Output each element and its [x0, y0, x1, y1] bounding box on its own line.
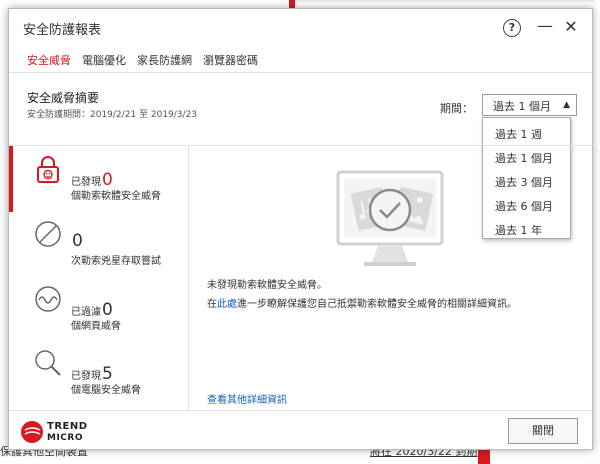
dialog-footer: TREND MICRO 關閉: [9, 410, 592, 450]
security-report-dialog: 安全防護報表 ? — ✕ 安全威脅 電腦優化 家長防護網 瀏覽器密碼 安全威脅摘…: [8, 8, 594, 450]
detail-panel: 未發現勒索軟體安全威脅。 在此處進一步瞭解保護您自己抵禦勒索軟體安全威脅的相關詳…: [190, 145, 594, 410]
brand-name-line1: TREND: [47, 421, 88, 432]
trend-micro-ball-icon: [21, 421, 43, 443]
period-selected-value: 過去 1 個月: [493, 100, 551, 113]
protection-period: 安全防護期間：2019/2/21 至 2019/3/23: [27, 110, 198, 120]
period-select[interactable]: 過去 1 個月 ▲: [482, 94, 577, 116]
web-filter-icon: [33, 284, 63, 314]
tab-security-threats[interactable]: 安全威脅: [27, 52, 71, 68]
learn-more-link[interactable]: 此處: [217, 299, 237, 310]
ransomware-lock-icon: [33, 154, 63, 184]
blocked-access-icon: [33, 219, 63, 249]
background-edge: [295, 0, 595, 2]
period-option-1-week[interactable]: 過去 1 週: [495, 126, 542, 142]
learn-more-prefix: 在: [207, 299, 217, 310]
tab-browser-passwords[interactable]: 瀏覽器密碼: [203, 52, 258, 68]
learn-more-suffix: 進一步瞭解保護您自己抵禦勒索軟體安全威脅的相關詳細資訊。: [237, 299, 517, 310]
stat-description: 個電腦安全威脅: [71, 385, 141, 396]
close-window-button[interactable]: ✕: [562, 18, 580, 36]
magnifier-icon: [33, 348, 63, 378]
minimize-button[interactable]: —: [537, 18, 553, 37]
stat-description: 次勒索兇星存取嘗試: [71, 256, 161, 267]
title-bar: 安全防護報表 ? — ✕: [9, 9, 592, 45]
more-details-link[interactable]: 查看其他詳細資訊: [207, 391, 287, 406]
stat-ransomware[interactable]: 已發現0 個勒索軟體安全威脅: [9, 152, 187, 212]
stat-ransomware-access-attempts[interactable]: 0 次勒索兇星存取嘗試: [9, 217, 187, 277]
no-ransomware-message: 未發現勒索軟體安全威脅。: [207, 280, 327, 291]
stat-description: 個勒索軟體安全威脅: [71, 191, 161, 202]
stats-panel: 已發現0 個勒索軟體安全威脅 0 次勒索兇星存取嘗試 已過濾0 個網頁威脅 已發…: [9, 145, 189, 410]
period-label: 期間：: [440, 102, 473, 115]
brand-name-line2: MICRO: [47, 433, 83, 443]
tab-pc-optimization[interactable]: 電腦優化: [82, 52, 126, 68]
stat-pc-threats[interactable]: 已發現5 個電腦安全威脅: [9, 346, 187, 406]
stat-web-threats[interactable]: 已過濾0 個網頁威脅: [9, 282, 187, 342]
report-tabs: 安全威脅 電腦優化 家長防護網 瀏覽器密碼: [9, 49, 592, 73]
close-button[interactable]: 關閉: [508, 418, 578, 444]
stat-description: 個網頁威脅: [71, 321, 121, 332]
summary-title: 安全威脅摘要: [27, 91, 100, 105]
tab-parental-controls[interactable]: 家長防護網: [137, 52, 192, 68]
stat-value: 0: [72, 231, 83, 251]
caret-up-icon: ▲: [563, 100, 570, 110]
secure-monitor-icon: [330, 166, 450, 276]
help-button[interactable]: ?: [503, 19, 521, 37]
trend-micro-logo: TREND MICRO: [21, 419, 101, 447]
dialog-title: 安全防護報表: [23, 23, 102, 38]
learn-more-text: 在此處進一步瞭解保護您自己抵禦勒索軟體安全威脅的相關詳細資訊。: [207, 295, 517, 310]
